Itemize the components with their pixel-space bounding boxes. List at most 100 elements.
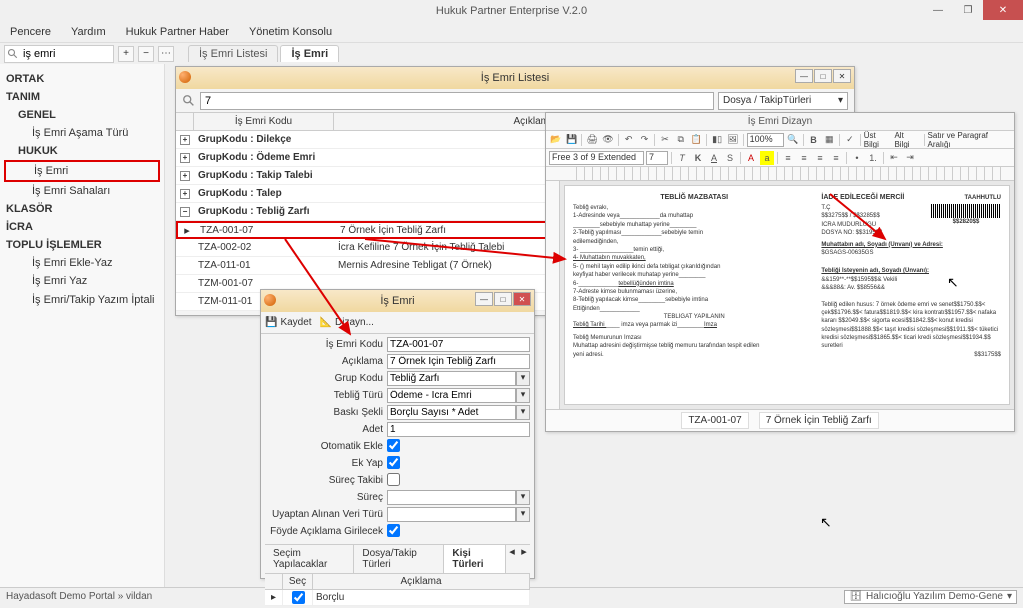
chevron-down-icon[interactable]: ▾ (516, 388, 530, 403)
input-aciklama[interactable] (387, 354, 530, 369)
menu-yardim[interactable]: Yardım (71, 26, 106, 38)
list-max-button[interactable]: □ (814, 69, 832, 83)
ust-bilgi-label[interactable]: Üst Bilgi (864, 131, 893, 149)
tab-kisi[interactable]: Kişi Türleri (444, 545, 506, 573)
zoom-select[interactable]: 100% (747, 133, 784, 147)
chevron-down-icon[interactable]: ▾ (516, 371, 530, 386)
check-borclu[interactable] (292, 591, 305, 604)
document-page[interactable]: TEBLİĞ MAZBATASI Tebliğ evrakı, 1-Adresi… (564, 185, 1010, 405)
form-window-title[interactable]: İş Emri — □ ✕ (261, 290, 534, 312)
subgrid-row[interactable]: ▸ Borçlu (265, 590, 530, 606)
maximize-button[interactable]: ❐ (953, 0, 983, 20)
strike-icon[interactable]: S (723, 151, 737, 165)
check-oto[interactable] (387, 439, 400, 452)
kaydet-button[interactable]: 💾 Kaydet (265, 317, 312, 328)
indent-inc-icon[interactable]: ⇥ (903, 151, 917, 165)
main-search[interactable] (4, 45, 114, 63)
preview-icon[interactable]: 👁 (601, 133, 615, 147)
form-min-button[interactable]: — (475, 292, 493, 306)
sidebar-item-yaz[interactable]: İş Emri Yaz (4, 272, 160, 290)
tab-form[interactable]: İş Emri (280, 45, 339, 62)
tab-list[interactable]: İş Emri Listesi (188, 45, 278, 62)
sidebar-item-sahalari[interactable]: İş Emri Sahaları (4, 182, 160, 200)
list-close-button[interactable]: ✕ (833, 69, 851, 83)
paste-icon[interactable]: 📋 (690, 133, 704, 147)
form-max-button[interactable]: □ (494, 292, 512, 306)
subcol-aciklama[interactable]: Açıklama (313, 574, 530, 589)
menu-konsol[interactable]: Yönetim Konsolu (249, 26, 332, 38)
check-foyde[interactable] (387, 524, 400, 537)
redo-icon[interactable]: ↷ (637, 133, 651, 147)
cut-icon[interactable]: ✂ (658, 133, 672, 147)
menu-pencere[interactable]: Pencere (10, 26, 51, 38)
select-surec[interactable] (387, 490, 516, 505)
hilite-icon[interactable]: a (760, 151, 774, 165)
print-icon[interactable]: 🖨 (585, 133, 599, 147)
satir-label[interactable]: Satır ve Paragraf Aralığı (928, 131, 1012, 149)
sidebar-icra[interactable]: İCRA (4, 218, 160, 236)
check-icon[interactable]: ✓ (843, 133, 857, 147)
expand-icon[interactable]: + (180, 153, 190, 163)
align-right-icon[interactable]: ≡ (813, 151, 827, 165)
expand-icon[interactable]: + (180, 135, 190, 145)
underline-icon[interactable]: A (707, 151, 721, 165)
zoom-icon[interactable]: 🔍 (786, 133, 800, 147)
input-kod[interactable] (387, 337, 530, 352)
sidebar-item-ekle[interactable]: İş Emri Ekle-Yaz (4, 254, 160, 272)
tabs-scroll-right[interactable]: ▸ (518, 545, 530, 573)
add-button[interactable]: + (118, 46, 134, 62)
list-search-input[interactable] (201, 95, 713, 107)
sidebar-item-is-emri[interactable]: İş Emri (4, 160, 160, 182)
dizayn-button[interactable]: 📐 Dizayn... (320, 317, 374, 328)
select-uyaptan[interactable] (387, 507, 516, 522)
align-justify-icon[interactable]: ≡ (829, 151, 843, 165)
chevron-down-icon[interactable]: ▾ (516, 490, 530, 505)
bullets-icon[interactable]: • (850, 151, 864, 165)
chevron-down-icon[interactable]: ▾ (516, 405, 530, 420)
remove-button[interactable]: − (138, 46, 154, 62)
table-icon[interactable]: ▦ (822, 133, 836, 147)
select-baski[interactable] (387, 405, 516, 420)
collapse-icon[interactable]: − (180, 207, 190, 217)
list-filter-combo[interactable]: Dosya / TakipTürleri ▾ (718, 92, 848, 110)
sidebar-item-asama[interactable]: İş Emri Aşama Türü (4, 124, 160, 142)
sidebar-hukuk[interactable]: HUKUK (4, 142, 160, 160)
sidebar-item-iptal[interactable]: İş Emri/Takip Yazım İptali (4, 290, 160, 310)
barcode-icon[interactable]: ▮▯ (710, 133, 724, 147)
tabs-scroll-left[interactable]: ◂ (506, 545, 518, 573)
sidebar-genel[interactable]: GENEL (4, 106, 160, 124)
exec-button[interactable]: ⋯ (158, 46, 174, 62)
size-select[interactable]: 7 (646, 151, 668, 165)
image-icon[interactable]: 🖼 (726, 133, 740, 147)
align-left-icon[interactable]: ≡ (781, 151, 795, 165)
expand-icon[interactable]: + (180, 189, 190, 199)
copy-icon[interactable]: ⧉ (674, 133, 688, 147)
align-center-icon[interactable]: ≡ (797, 151, 811, 165)
italic-icon[interactable]: T (675, 151, 689, 165)
sidebar-klasor[interactable]: KLASÖR (4, 200, 160, 218)
tab-secim[interactable]: Seçim Yapılacaklar (265, 545, 354, 573)
close-button[interactable]: ✕ (983, 0, 1023, 20)
chevron-down-icon[interactable]: ▾ (516, 507, 530, 522)
col-kod[interactable]: İş Emri Kodu (194, 113, 334, 130)
minimize-button[interactable]: — (923, 0, 953, 20)
input-adet[interactable] (387, 422, 530, 437)
list-min-button[interactable]: — (795, 69, 813, 83)
bold2-icon[interactable]: K (691, 151, 705, 165)
list-search[interactable] (200, 92, 714, 110)
list-window-title[interactable]: İş Emri Listesi — □ ✕ (176, 67, 854, 89)
save-icon[interactable]: 💾 (565, 133, 579, 147)
dizayn-title[interactable]: İş Emri Dizayn (546, 113, 1014, 131)
sidebar-toplu[interactable]: TOPLU İŞLEMLER (4, 236, 160, 254)
expand-icon[interactable]: + (180, 171, 190, 181)
check-ek[interactable] (387, 456, 400, 469)
check-surec-takibi[interactable] (387, 473, 400, 486)
numbers-icon[interactable]: 1. (866, 151, 880, 165)
sidebar-ortak[interactable]: ORTAK (4, 70, 160, 88)
font-select[interactable]: Free 3 of 9 Extended (549, 151, 644, 165)
menu-haber[interactable]: Hukuk Partner Haber (126, 26, 229, 38)
indent-dec-icon[interactable]: ⇤ (887, 151, 901, 165)
subcol-sec[interactable]: Seç (283, 574, 313, 589)
form-close-button[interactable]: ✕ (513, 292, 531, 306)
tab-dosya[interactable]: Dosya/Takip Türleri (354, 545, 444, 573)
